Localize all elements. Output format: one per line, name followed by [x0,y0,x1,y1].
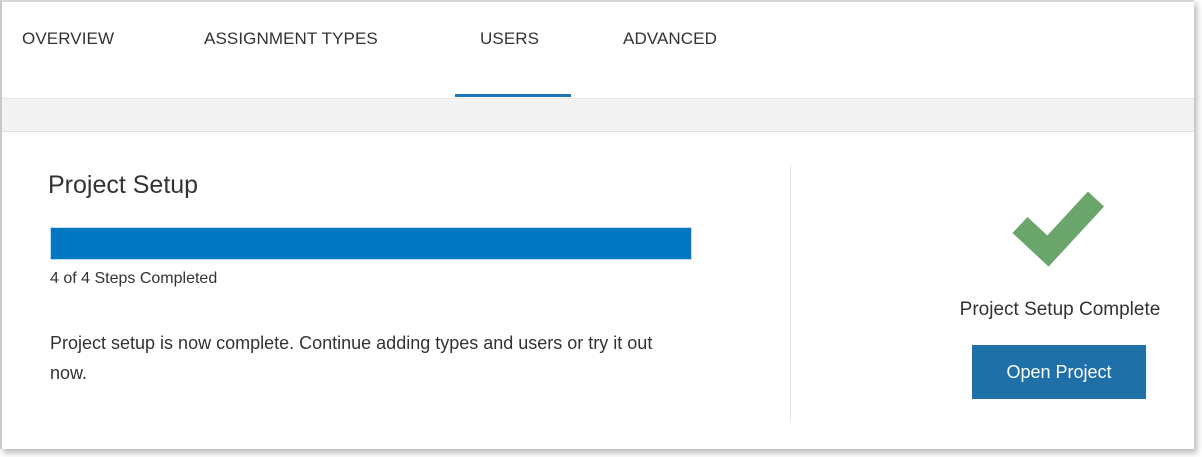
progress-bar-fill [51,228,691,259]
setup-complete-text: Project Setup Complete [959,299,1161,320]
active-tab-indicator [455,94,571,97]
tab-overview[interactable]: OVERVIEW [22,29,114,49]
steps-completed-text: 4 of 4 Steps Completed [50,270,218,287]
tab-assignment-types[interactable]: ASSIGNMENT TYPES [204,29,378,49]
open-project-button[interactable]: Open Project [972,345,1146,399]
checkmark-icon [1012,191,1105,267]
project-setup-window: OVERVIEW ASSIGNMENT TYPES USERS ADVANCED… [0,0,1194,449]
progress-bar [50,227,692,260]
tab-users[interactable]: USERS [480,29,539,49]
tab-bar: OVERVIEW ASSIGNMENT TYPES USERS ADVANCED [2,2,1194,98]
panel-title: Project Setup [48,171,199,199]
tab-advanced[interactable]: ADVANCED [623,29,717,49]
panel-divider [790,165,791,421]
sub-toolbar [2,98,1194,132]
setup-description: Project setup is now complete. Continue … [50,333,653,383]
